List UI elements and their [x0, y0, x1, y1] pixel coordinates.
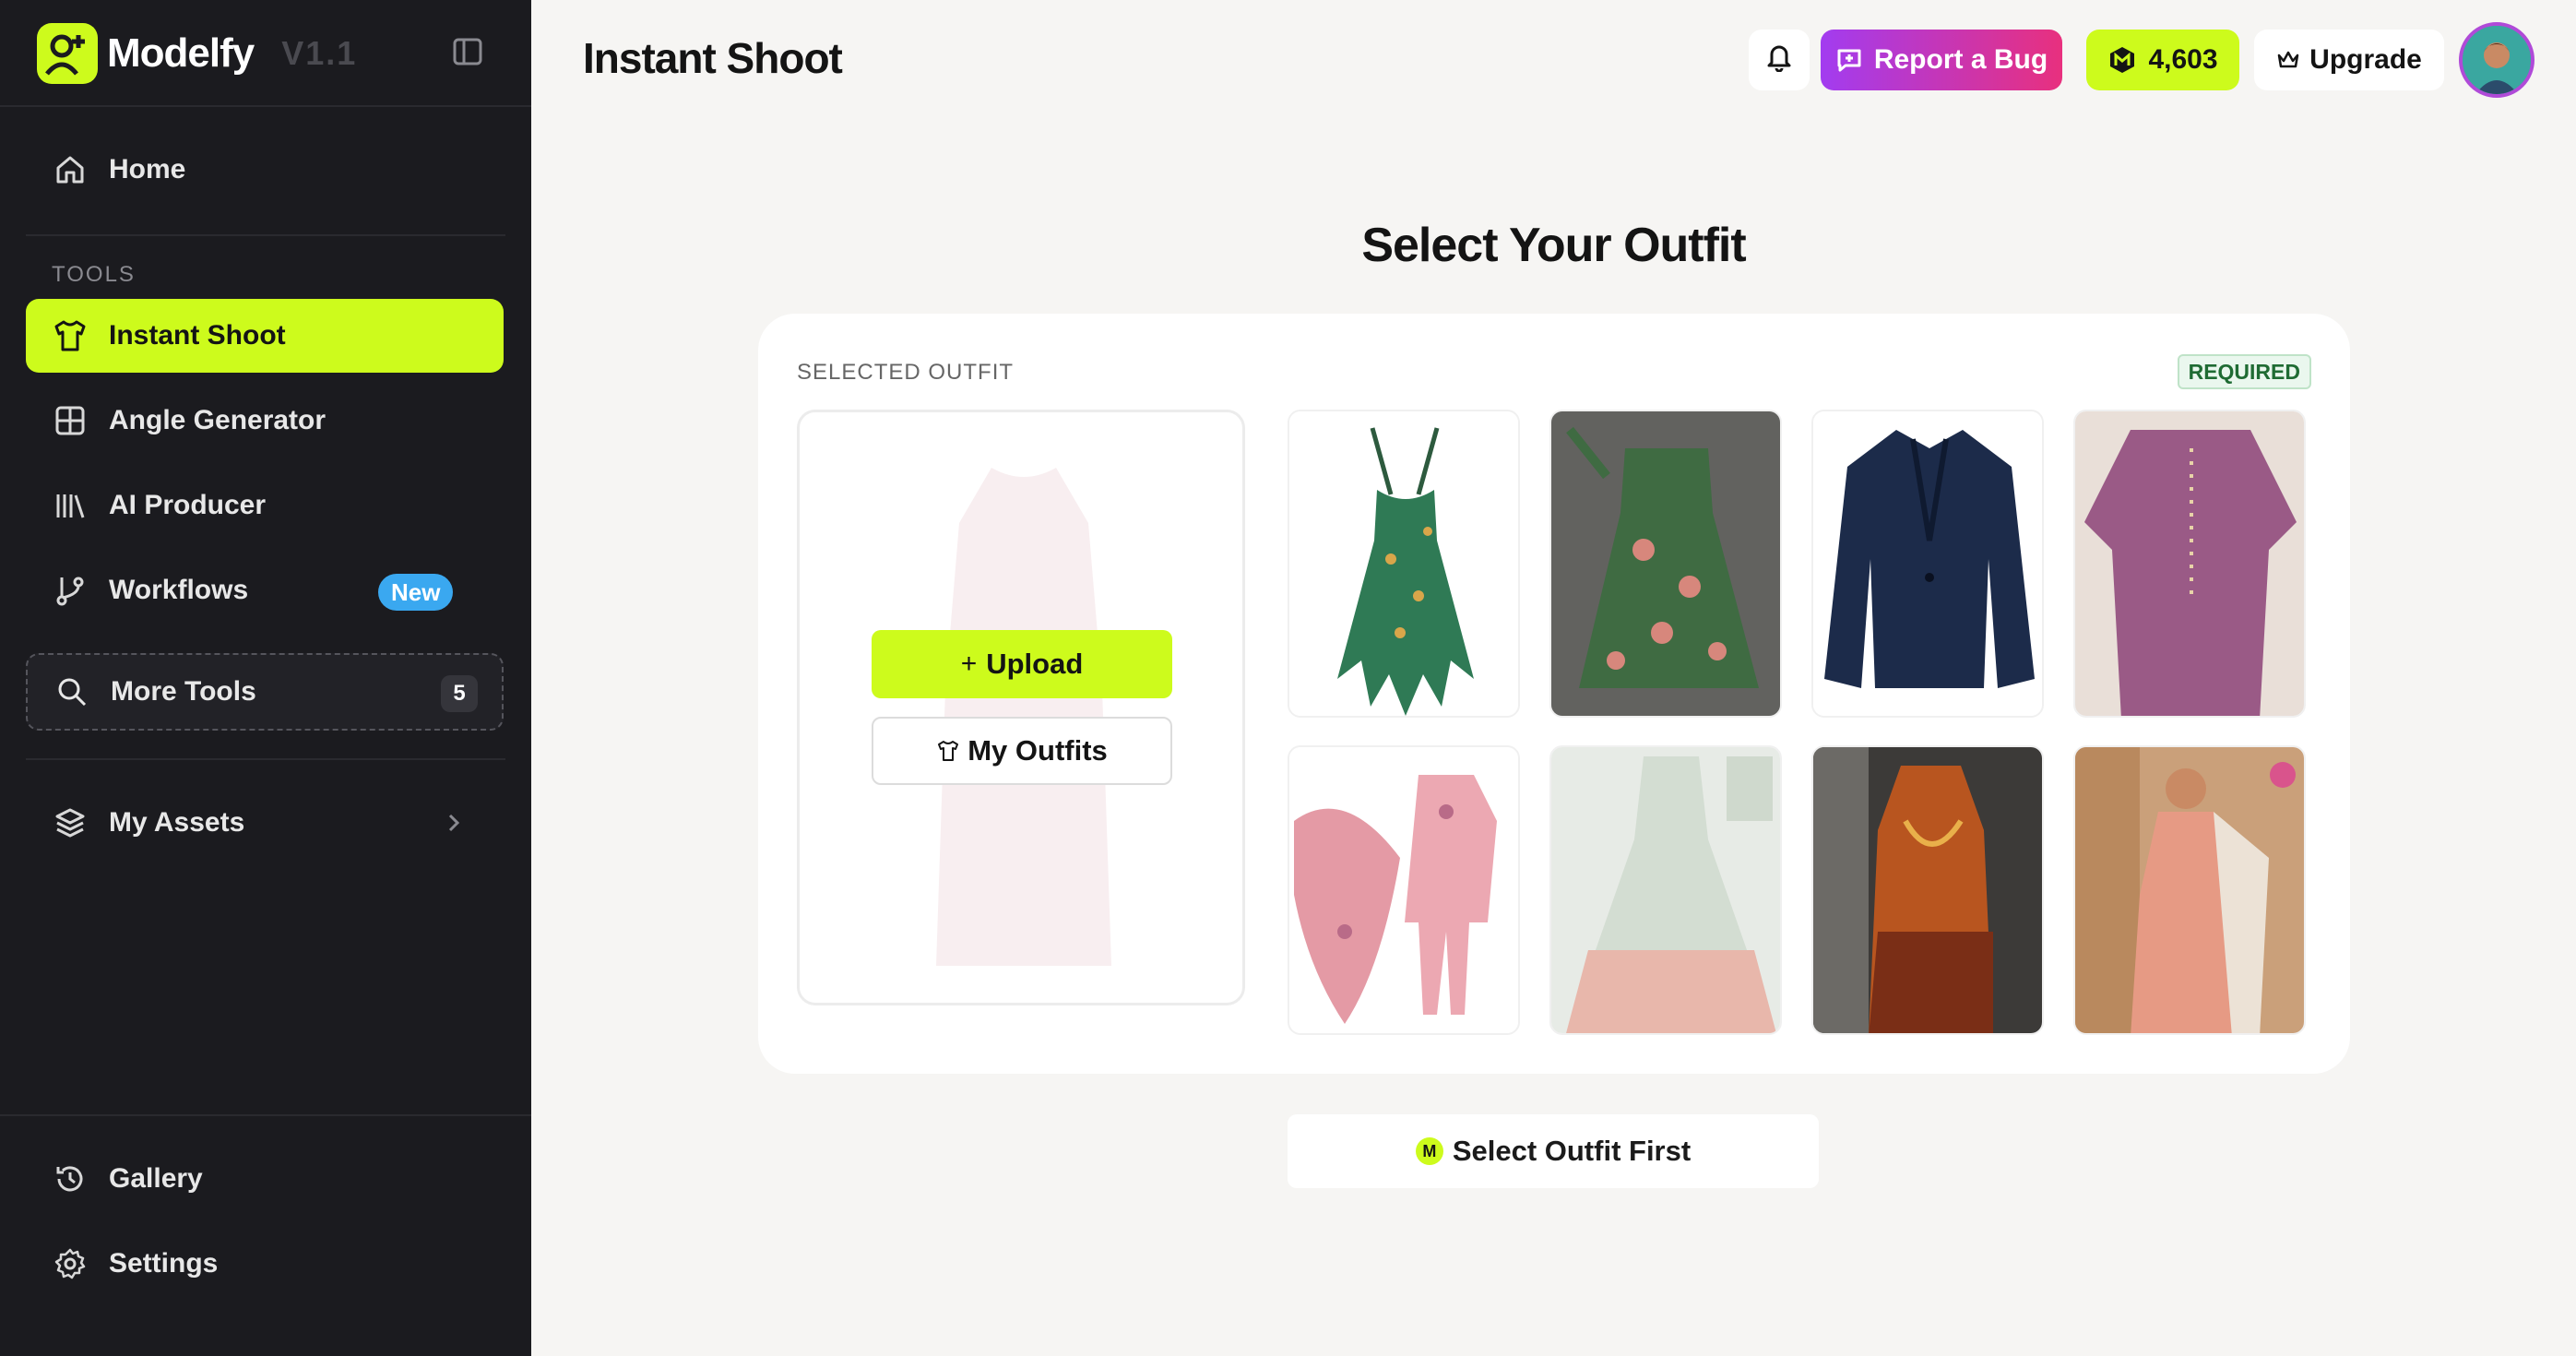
- upload-dropzone[interactable]: + Upload My Outfits: [797, 410, 1245, 1005]
- upload-label: Upload: [986, 648, 1084, 680]
- outfit-card: SELECTED OUTFIT REQUIRED + Upload My Out…: [758, 314, 2350, 1074]
- sidebar-item-label: Settings: [109, 1248, 219, 1279]
- grid-icon: [52, 402, 89, 439]
- brand-name: Modelfy: [107, 30, 255, 76]
- sidebar-item-label: Instant Shoot: [109, 320, 286, 351]
- upgrade-button[interactable]: Upgrade: [2254, 30, 2444, 90]
- modelfy-logo-icon: [37, 23, 98, 84]
- search-icon: [53, 673, 90, 710]
- sidebar-collapse-icon[interactable]: [452, 37, 485, 66]
- sidebar-item-home[interactable]: Home: [26, 133, 504, 207]
- sidebar-item-workflows[interactable]: Workflows New: [26, 553, 504, 627]
- sidebar-item-label: AI Producer: [109, 490, 267, 520]
- avatar[interactable]: [2459, 22, 2534, 98]
- gear-icon: [52, 1245, 89, 1282]
- sidebar-item-settings[interactable]: Settings: [26, 1227, 504, 1301]
- sidebar-item-label: My Assets: [109, 807, 245, 838]
- page-title: Instant Shoot: [583, 34, 843, 82]
- library-icon: [52, 487, 89, 524]
- divider: [26, 758, 505, 760]
- brand[interactable]: Modelfy V1.1: [37, 22, 357, 85]
- select-outfit-first-button[interactable]: M Select Outfit First: [1288, 1114, 1819, 1188]
- shirt-icon: [936, 739, 960, 763]
- sidebar-item-label: Angle Generator: [109, 405, 326, 435]
- upgrade-label: Upgrade: [2309, 44, 2422, 75]
- credits-icon: [2107, 45, 2137, 75]
- shirt-icon: [52, 317, 89, 354]
- new-badge: New: [378, 574, 454, 611]
- sidebar-item-instant-shoot[interactable]: Instant Shoot: [26, 299, 504, 373]
- outfit-thumbnail-mint-pink-anarkali[interactable]: [1549, 745, 1782, 1035]
- report-bug-button[interactable]: Report a Bug: [1821, 30, 2062, 90]
- more-tools-count: 5: [441, 675, 478, 712]
- sidebar-item-label: Gallery: [109, 1163, 203, 1194]
- sidebar-item-angle-generator[interactable]: Angle Generator: [26, 384, 504, 458]
- outfit-thumbnail-navy-blazer[interactable]: [1811, 410, 2044, 718]
- history-icon: [52, 1160, 89, 1197]
- credits-button[interactable]: 4,603: [2086, 30, 2239, 90]
- section-heading: Select Your Outfit: [1361, 219, 1746, 272]
- outfit-thumbnail-green-floral-sundress[interactable]: [1549, 410, 1782, 718]
- required-badge: REQUIRED: [2177, 354, 2311, 389]
- chevron-right-icon: [441, 810, 467, 836]
- credits-count: 4,603: [2148, 44, 2218, 75]
- sidebar-item-ai-producer[interactable]: AI Producer: [26, 469, 504, 542]
- outfit-thumbnail-mauve-kurta[interactable]: [2073, 410, 2306, 718]
- bell-icon: [1763, 41, 1795, 79]
- plus-icon: +: [960, 648, 978, 679]
- divider: [0, 105, 531, 107]
- more-tools-button[interactable]: More Tools 5: [26, 653, 504, 731]
- upload-button[interactable]: + Upload: [872, 630, 1172, 698]
- cta-label: Select Outfit First: [1452, 1135, 1692, 1167]
- notifications-button[interactable]: [1749, 30, 1810, 90]
- sidebar-item-gallery[interactable]: Gallery: [26, 1142, 504, 1216]
- report-bug-label: Report a Bug: [1873, 44, 2048, 75]
- brand-version: V1.1: [281, 34, 358, 72]
- sidebar-item-label: Home: [109, 154, 186, 184]
- outfit-thumbnail-peach-kurta-dupatta[interactable]: [2073, 745, 2306, 1035]
- sidebar: Modelfy V1.1 Home TOOLS Instant Shoot An…: [0, 0, 531, 1356]
- selected-outfit-label: SELECTED OUTFIT: [797, 360, 1015, 385]
- branch-icon: [52, 572, 89, 609]
- my-outfits-label: My Outfits: [967, 734, 1108, 767]
- divider: [0, 1114, 531, 1116]
- message-plus-icon: [1835, 46, 1863, 74]
- my-outfits-button[interactable]: My Outfits: [872, 717, 1172, 785]
- layers-icon: [52, 804, 89, 841]
- outfit-thumbnail-pink-embroidered-suit[interactable]: [1288, 745, 1520, 1035]
- sidebar-item-label: Workflows: [109, 575, 249, 605]
- crown-icon: [2276, 48, 2300, 72]
- sidebar-item-my-assets[interactable]: My Assets: [26, 786, 504, 860]
- more-tools-label: More Tools: [111, 676, 256, 707]
- outfit-thumbnail-green-handkerchief-dress[interactable]: [1288, 410, 1520, 718]
- outfit-thumbnail-orange-printed-suit[interactable]: [1811, 745, 2044, 1035]
- modelfy-credit-icon: M: [1415, 1137, 1443, 1165]
- home-icon: [52, 151, 89, 188]
